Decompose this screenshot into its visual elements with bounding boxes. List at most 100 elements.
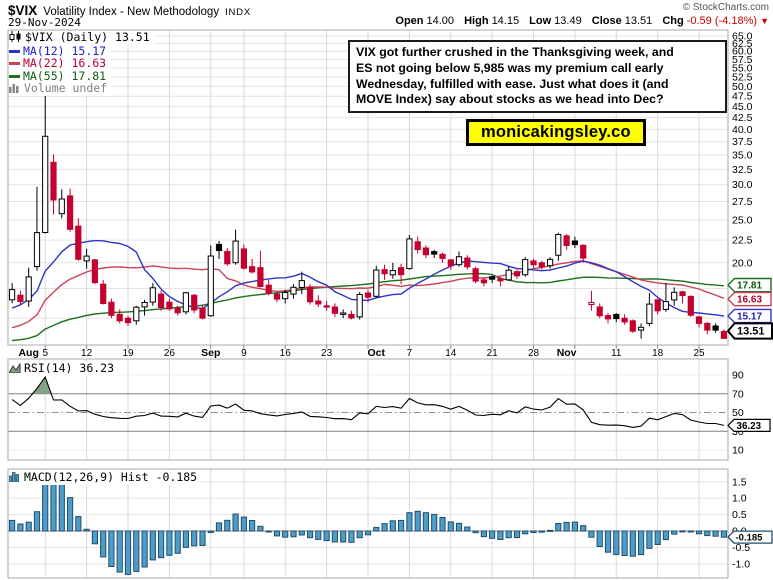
candle-body xyxy=(365,293,370,297)
macd-bar xyxy=(390,521,395,531)
macd-bar xyxy=(142,531,147,567)
macd-bar xyxy=(498,531,503,540)
annotation-line: MOVE Index) say about stocks as we head … xyxy=(356,92,719,108)
candle-body xyxy=(241,249,246,268)
candle xyxy=(216,241,221,259)
macd-bar xyxy=(589,531,594,537)
macd-axis-label: 0.5 xyxy=(732,509,747,521)
candle-body xyxy=(523,260,528,275)
candle-body xyxy=(18,295,23,301)
candle xyxy=(324,301,329,311)
candle-body xyxy=(216,244,221,250)
date-axis-label: 12 xyxy=(81,348,93,359)
candle xyxy=(680,291,685,304)
macd-axis-label: 1.0 xyxy=(732,493,747,505)
histogram-icon xyxy=(9,471,21,485)
candle xyxy=(523,257,528,277)
candle-body xyxy=(696,317,701,324)
candle-body xyxy=(349,314,354,318)
candle xyxy=(655,299,660,315)
volume-value: undef xyxy=(72,81,107,95)
date-axis-label: 11 xyxy=(611,348,622,359)
macd-bar xyxy=(233,514,238,531)
candle-body xyxy=(432,252,437,255)
date-axis-label: Oct xyxy=(368,347,386,359)
macd-bar xyxy=(655,531,660,545)
candle xyxy=(506,267,511,281)
candle xyxy=(117,309,122,323)
macd-bar xyxy=(680,531,685,532)
candle-body xyxy=(51,162,56,200)
macd-bar xyxy=(101,531,106,557)
date-axis-label: 19 xyxy=(122,348,134,359)
price-tags-layer: 17.8116.6315.1713.51 xyxy=(728,279,772,339)
candle xyxy=(672,287,677,305)
candle xyxy=(68,189,73,232)
macd-bar xyxy=(647,531,652,548)
open-value: 14.00 xyxy=(427,15,455,27)
candle xyxy=(721,329,726,338)
ma55-line-icon xyxy=(9,75,20,78)
macd-value: -0.185 xyxy=(156,470,198,484)
candle-body xyxy=(159,294,164,307)
candle xyxy=(390,263,395,279)
price-axis-label: 35.0 xyxy=(732,150,753,162)
candle xyxy=(473,267,478,283)
macd-bar xyxy=(192,531,197,546)
macd-bar xyxy=(341,531,346,542)
candle xyxy=(696,316,701,328)
macd-label: MACD(12,26,9) Hist xyxy=(24,470,149,484)
area-chart-icon xyxy=(9,362,21,376)
candle-body xyxy=(308,287,313,301)
candle xyxy=(357,292,362,320)
macd-axis-label: -1.0 xyxy=(732,558,750,570)
candle xyxy=(448,259,453,270)
candle-body xyxy=(250,267,255,272)
macd-bar xyxy=(415,511,420,531)
candle-body xyxy=(390,271,395,275)
macd-bar xyxy=(308,531,313,538)
candle xyxy=(299,272,304,294)
annotation-box: VIX got further crushed in the Thanksgiv… xyxy=(348,40,727,113)
macd-bar xyxy=(672,531,677,534)
candle-body xyxy=(721,332,726,339)
macd-bar xyxy=(34,512,39,531)
rsi-tag-label: 36.23 xyxy=(737,421,762,432)
candle-body xyxy=(374,270,379,296)
candle xyxy=(142,300,147,316)
macd-bar xyxy=(448,522,453,531)
candle xyxy=(92,259,97,284)
macd-bar xyxy=(266,531,271,532)
macd-label-row: MACD(12,26,9) Hist -0.185 xyxy=(9,470,201,485)
macd-bar xyxy=(564,522,569,531)
candle xyxy=(440,252,445,262)
macd-bar xyxy=(597,531,602,547)
macd-bar xyxy=(92,531,97,544)
candle xyxy=(614,313,619,322)
candle-body xyxy=(423,248,428,255)
macd-bar xyxy=(167,531,172,555)
candle xyxy=(101,280,106,305)
macd-bar xyxy=(721,531,726,537)
annotation-line: VIX got further crushed in the Thanksgiv… xyxy=(356,45,719,61)
macd-bar xyxy=(465,527,470,531)
macd-bar xyxy=(332,531,337,542)
candle xyxy=(266,280,271,295)
candle xyxy=(647,293,652,326)
candle-body xyxy=(490,277,495,279)
legend-main-value: 13.51 xyxy=(115,30,150,44)
macd-bar xyxy=(216,523,221,531)
candle-body xyxy=(655,300,660,311)
macd-bar xyxy=(316,531,321,539)
candle xyxy=(233,230,238,265)
candle-body xyxy=(316,301,321,304)
candle xyxy=(514,270,519,279)
candle xyxy=(548,257,553,269)
candle-body xyxy=(283,293,288,299)
macd-tag-label: -0.185 xyxy=(736,532,764,543)
candle-body xyxy=(233,241,238,263)
macd-bar xyxy=(374,527,379,531)
date-axis-label: 28 xyxy=(528,348,540,359)
candle-body xyxy=(597,307,602,316)
macd-bar xyxy=(274,531,279,536)
